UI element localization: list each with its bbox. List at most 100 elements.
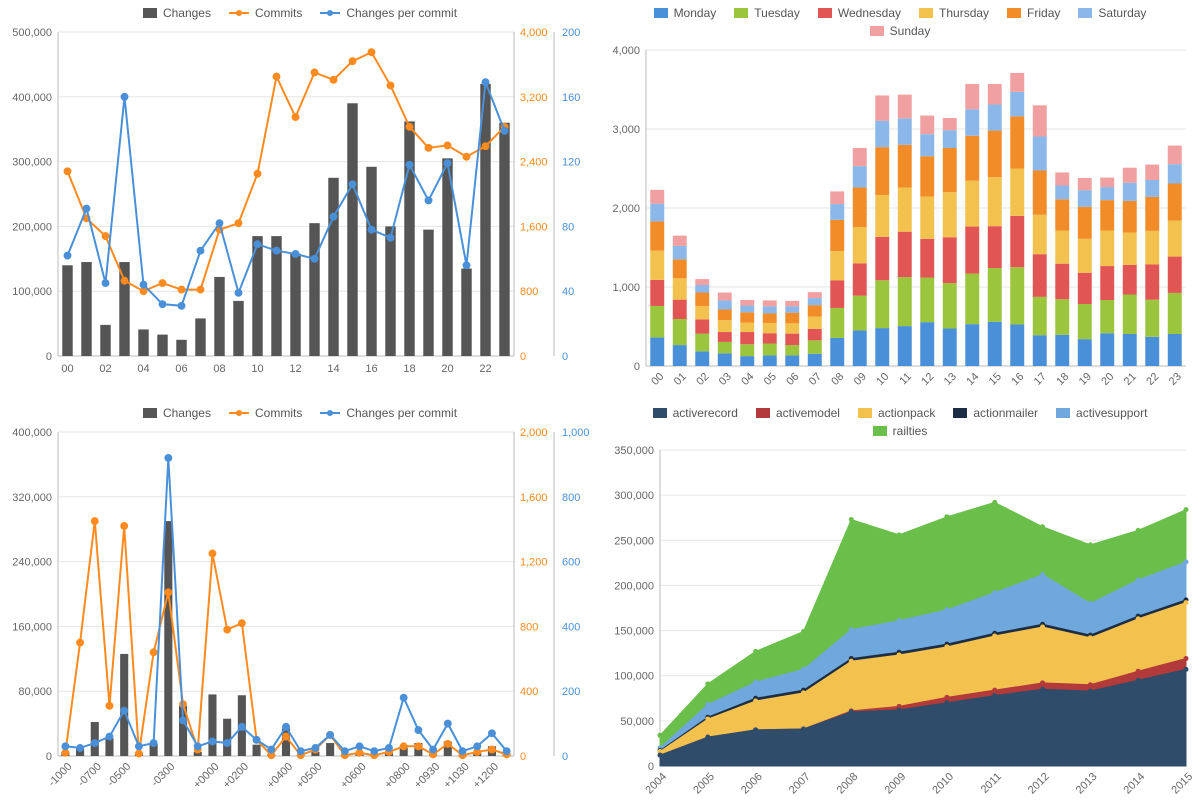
point [312, 745, 318, 751]
svg-text:+0500: +0500 [294, 761, 324, 791]
legend-item[interactable]: Thursday [919, 6, 989, 20]
svg-text:2015: 2015 [1169, 771, 1195, 796]
legend-swatch [143, 8, 157, 18]
point [753, 649, 758, 654]
legend-item[interactable]: Friday [1007, 6, 1060, 20]
bar-seg [1100, 333, 1114, 366]
point [753, 698, 758, 703]
point [406, 162, 412, 168]
bar-seg [1100, 300, 1114, 333]
bar-seg [1055, 335, 1069, 366]
bar-seg [650, 204, 664, 222]
svg-text:+0600: +0600 [338, 761, 368, 791]
bar-seg [740, 312, 754, 322]
bar-seg [650, 190, 664, 204]
point [801, 629, 806, 634]
legend-item[interactable]: Sunday [870, 24, 931, 38]
svg-text:250,000: 250,000 [614, 535, 654, 547]
line-Commits [65, 521, 506, 755]
legend-label: Changes per commit [346, 6, 457, 20]
legend-item[interactable]: Monday [654, 6, 717, 20]
legend-item[interactable]: Changes [143, 6, 211, 20]
legend-item[interactable]: Commits [229, 6, 302, 20]
bar-seg [920, 134, 934, 156]
point [92, 740, 98, 746]
point [992, 693, 997, 698]
point [1088, 682, 1093, 687]
bar-seg [920, 278, 934, 323]
point [150, 740, 156, 746]
bar-seg [920, 156, 934, 196]
svg-text:10: 10 [874, 371, 891, 388]
plot-bottom_right: 050,000100,000150,000200,000250,000300,0… [600, 440, 1200, 796]
bar-seg [1168, 184, 1182, 221]
bar-seg [830, 280, 844, 308]
svg-text:200,000: 200,000 [12, 221, 52, 233]
bar-seg [898, 145, 912, 188]
bar-seg [875, 147, 889, 195]
legend: Changes Commits Changes per commit [0, 400, 600, 422]
bar-seg [808, 292, 822, 298]
svg-text:12: 12 [919, 371, 936, 388]
legend-item[interactable]: actionpack [858, 406, 935, 420]
bar-seg [920, 116, 934, 135]
legend-item[interactable]: activemodel [756, 406, 840, 420]
bar-seg [1033, 170, 1047, 214]
bar-seg [1010, 267, 1024, 324]
point [849, 659, 854, 664]
point [62, 743, 68, 749]
bar-seg [785, 313, 799, 324]
legend-item[interactable]: railties [873, 424, 928, 438]
point [658, 753, 663, 758]
bar-seg [898, 118, 912, 144]
bar-seg [1010, 92, 1024, 116]
legend-label: Changes [163, 406, 211, 420]
point [1136, 578, 1141, 583]
bar [164, 521, 172, 756]
legend-item[interactable]: Saturday [1078, 6, 1146, 20]
svg-text:08: 08 [213, 363, 225, 375]
legend-item[interactable]: Changes per commit [320, 406, 457, 420]
point [235, 220, 241, 226]
bar-seg [898, 187, 912, 231]
point [311, 256, 317, 262]
bar-seg [718, 320, 732, 332]
bar-seg [673, 345, 687, 366]
bar-seg [1055, 199, 1069, 230]
bar-seg [1123, 334, 1137, 366]
legend-label: Friday [1027, 6, 1060, 20]
legend-swatch [953, 408, 967, 418]
svg-text:2014: 2014 [1122, 771, 1148, 796]
bar-seg [673, 319, 687, 345]
point [102, 233, 108, 239]
bar [290, 254, 300, 356]
svg-text:22: 22 [1144, 371, 1161, 388]
legend-item[interactable]: Changes [143, 406, 211, 420]
point [658, 733, 663, 738]
legend-item[interactable]: Tuesday [734, 6, 800, 20]
svg-text:18: 18 [1054, 371, 1071, 388]
bar-seg [1033, 215, 1047, 255]
point [944, 700, 949, 705]
legend-item[interactable]: Changes per commit [320, 6, 457, 20]
legend-item[interactable]: Commits [229, 406, 302, 420]
svg-text:300,000: 300,000 [12, 157, 52, 169]
bar-seg [673, 246, 687, 259]
point [897, 532, 902, 537]
bar [81, 262, 91, 356]
bar-seg [830, 204, 844, 220]
point [482, 143, 488, 149]
point [1184, 656, 1189, 661]
bar [328, 178, 338, 356]
bar-seg [1010, 325, 1024, 366]
bar [100, 325, 110, 356]
point [209, 738, 215, 744]
legend-item[interactable]: activesupport [1056, 406, 1147, 420]
legend-item[interactable]: Wednesday [818, 6, 901, 20]
bar-seg [808, 298, 822, 305]
legend-item[interactable]: activerecord [653, 406, 738, 420]
legend-item[interactable]: actionmailer [953, 406, 1038, 420]
bar-seg [695, 306, 709, 319]
legend-swatch [1007, 8, 1021, 18]
point [753, 727, 758, 732]
